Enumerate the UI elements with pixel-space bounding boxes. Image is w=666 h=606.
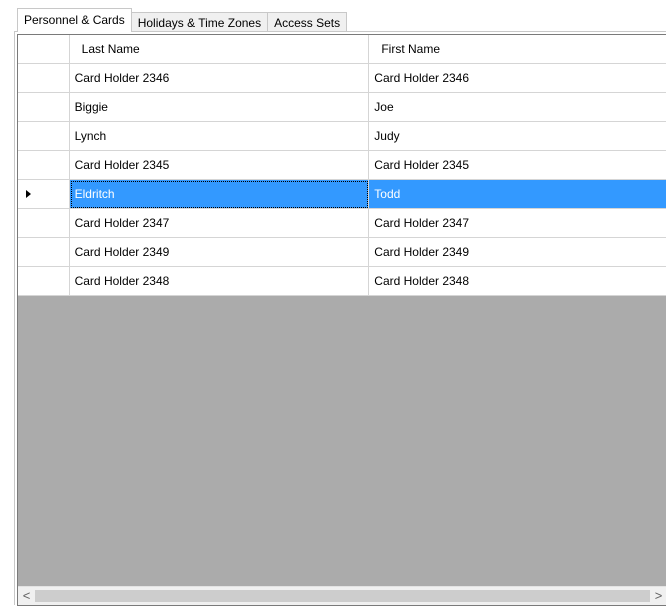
first-name-cell[interactable]: Card Holder 2345 [369,151,666,180]
first-name-cell[interactable]: Joe [369,93,666,122]
table-row[interactable]: Card Holder 2346 Card Holder 2346 [18,64,666,93]
table-row[interactable]: Biggie Joe [18,93,666,122]
tab-strip: Personnel & Cards Holidays & Time Zones … [17,8,348,32]
column-header-last-name[interactable]: Last Name [69,35,370,64]
row-header[interactable] [18,64,70,93]
tab-personnel-cards[interactable]: Personnel & Cards [17,8,132,32]
last-name-cell[interactable]: Card Holder 2345 [69,151,370,180]
row-header[interactable] [18,180,70,209]
row-header[interactable] [18,122,70,151]
first-name-cell[interactable]: Todd [369,180,666,209]
column-header-first-name[interactable]: First Name [369,35,666,64]
last-name-cell[interactable]: Card Holder 2349 [69,238,370,267]
table-row-selected[interactable]: Eldritch Todd [18,180,666,209]
tab-access-sets[interactable]: Access Sets [267,12,348,32]
first-name-cell[interactable]: Card Holder 2346 [369,64,666,93]
horizontal-scrollbar[interactable]: < > [18,586,666,605]
first-name-cell[interactable]: Judy [369,122,666,151]
table-row[interactable]: Lynch Judy [18,122,666,151]
tab-panel: Last Name First Name Card Holder 2346 Ca… [14,31,666,606]
first-name-cell[interactable]: Card Holder 2348 [369,267,666,296]
last-name-cell[interactable]: Eldritch [69,180,370,209]
current-row-arrow-icon [26,190,31,198]
table-row[interactable]: Card Holder 2348 Card Holder 2348 [18,267,666,296]
last-name-cell[interactable]: Card Holder 2347 [69,209,370,238]
row-header[interactable] [18,151,70,180]
personnel-grid[interactable]: Last Name First Name Card Holder 2346 Ca… [17,34,666,606]
table-row[interactable]: Card Holder 2345 Card Holder 2345 [18,151,666,180]
chevron-left-icon[interactable]: < [18,587,35,605]
row-header[interactable] [18,209,70,238]
grid-header-row: Last Name First Name [18,35,666,64]
scrollbar-thumb[interactable] [35,590,650,602]
row-header[interactable] [18,267,70,296]
last-name-cell[interactable]: Card Holder 2348 [69,267,370,296]
last-name-cell[interactable]: Card Holder 2346 [69,64,370,93]
chevron-right-icon[interactable]: > [650,587,666,605]
select-all-corner[interactable] [18,35,70,64]
row-header[interactable] [18,93,70,122]
table-row[interactable]: Card Holder 2347 Card Holder 2347 [18,209,666,238]
last-name-cell[interactable]: Biggie [69,93,370,122]
first-name-cell[interactable]: Card Holder 2349 [369,238,666,267]
row-header[interactable] [18,238,70,267]
first-name-cell[interactable]: Card Holder 2347 [369,209,666,238]
table-row[interactable]: Card Holder 2349 Card Holder 2349 [18,238,666,267]
last-name-cell[interactable]: Lynch [69,122,370,151]
tab-holidays-time-zones[interactable]: Holidays & Time Zones [130,12,269,32]
